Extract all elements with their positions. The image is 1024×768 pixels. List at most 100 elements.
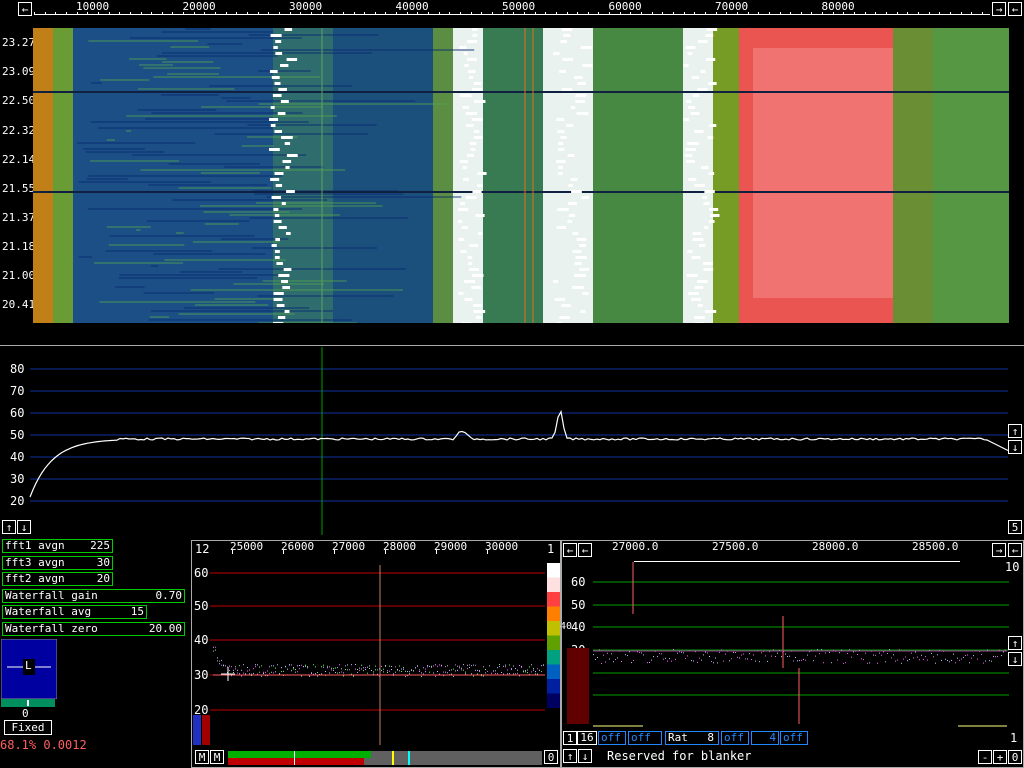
waterfall-carrier [276,304,285,307]
hires-dot [867,662,868,664]
waterfall-carrier [685,148,696,151]
spectrum-down-button[interactable]: ↓ [1008,440,1022,454]
blanker-off-3[interactable]: off [721,731,749,745]
hires-right-button[interactable]: ← [578,543,592,557]
spectrum-display[interactable]: 80 70 60 50 40 30 20 [0,347,1024,535]
waterfall-carrier [704,226,709,229]
waterfall-display[interactable] [33,28,1009,323]
freq-minor-tick [215,12,217,15]
baseband-dot [381,669,382,671]
waterfall-carrier [274,214,280,217]
baseband-dot [507,669,508,671]
blanker-box-1[interactable]: 1 [563,731,577,745]
waterfall-streak [135,229,141,231]
blanker-off-4[interactable]: off [780,731,808,745]
baseband-dot [457,665,458,667]
baseband-dot [367,672,368,674]
baseband-zero-button[interactable]: 0 [544,750,558,764]
waterfall-carrier [702,196,708,199]
spectrum-scale-up-button[interactable]: ↑ [2,520,16,534]
baseband-dot [421,675,422,677]
hires-next-button[interactable]: → [992,543,1006,557]
hires-dot [707,652,708,654]
freq-minor-tick [928,12,930,15]
parameter-waterfall-zero[interactable]: Waterfall zero 20.00 [2,621,185,636]
baseband-dot [359,670,360,672]
parameter-waterfall-avg[interactable]: Waterfall avg 15 [2,605,147,619]
waterfall-streak [233,283,325,285]
baseband-dot [517,669,518,671]
parameter-fft3-avgn[interactable]: fft3 avgn 30 [2,555,113,570]
parameter-waterfall-gain[interactable]: Waterfall gain 0.70 [2,588,185,603]
baseband-dot [529,666,530,668]
blanker-box-4[interactable]: 4 [751,731,779,745]
waterfall-streak [180,271,242,273]
waterfall-carrier [270,106,275,109]
zoom-out-button[interactable]: ← [1008,2,1022,16]
blanker-off-2[interactable]: off [628,731,662,745]
spectrum-number-button[interactable]: 5 [1008,520,1022,534]
baseband-dot [419,669,420,671]
freq-minor-tick [587,12,589,15]
spectrum-y-label: 20 [10,494,24,508]
hires-dot [627,655,628,657]
parameter-fft2-avgn[interactable]: fft2 avgn 20 [2,572,113,586]
baseband-mode-m1-button[interactable]: M [195,750,209,764]
blanker-up-button[interactable]: ↑ [563,749,577,763]
blanker-zero-button[interactable]: 0 [1008,750,1022,764]
hires-dot [823,662,824,664]
waterfall-streak [78,181,211,183]
baseband-spectrum[interactable]: 60 50 40 30 20 [193,555,545,745]
baseband-dot [453,668,454,670]
hires-zoom-button[interactable]: ← [1008,543,1022,557]
blanker-box-16[interactable]: 16 [577,731,597,745]
baseband-dot [447,665,448,667]
hires-dot [981,653,982,655]
waterfall-carrier [688,106,696,109]
baseband-dot [461,669,462,671]
hires-dot [911,652,912,654]
scroll-right-button[interactable]: → [992,2,1006,16]
agc-mode-button[interactable]: Fixed [4,720,52,735]
waterfall-streak [249,217,409,219]
blanker-off-1[interactable]: off [598,731,626,745]
hires-down-button[interactable]: ↓ [1008,652,1022,666]
baseband-dot [369,668,370,669]
baseband-dot [367,666,368,668]
blanker-rat-box[interactable]: Rat 8 [665,731,719,745]
waterfall-carrier [582,64,593,67]
waterfall-carrier [581,196,589,199]
baseband-dot [423,667,424,669]
baseband-dot [495,673,496,675]
blanker-minus-button[interactable]: - [978,750,992,764]
hires-dot [989,660,990,662]
baseband-dot [213,650,214,652]
parameter-fft1-avgn[interactable]: fft1 avgn 225 [2,539,113,553]
hires-left-button[interactable]: ← [563,543,577,557]
spectrum-y-label: 40 [10,450,24,464]
blanker-plus-button[interactable]: + [993,750,1007,764]
waterfall-carrier [556,118,565,121]
waterfall-carrier [282,160,292,163]
hires-dot [643,654,644,656]
hires-dot [617,657,618,659]
spectrum-scale-down-button[interactable]: ↓ [17,520,31,534]
spectrum-up-button[interactable]: ↑ [1008,424,1022,438]
waterfall-carrier [709,208,719,211]
waterfall-carrier [554,298,566,301]
baseband-dot [373,671,374,673]
freq-minor-tick [854,12,856,15]
waterfall-streak [160,94,219,96]
hires-spectrum[interactable]: 605040302010 [563,556,1009,728]
waterfall-carrier [278,274,290,277]
baseband-mode-m2-button[interactable]: M [210,750,224,764]
scroll-left-button[interactable]: ← [18,2,32,16]
freq-minor-tick [534,12,536,15]
hires-dot [885,661,886,663]
hires-dot [721,649,722,651]
baseband-dot [283,670,284,672]
hires-dot [631,662,632,664]
blanker-down-button[interactable]: ↓ [578,749,592,763]
waterfall-carrier [702,262,714,265]
hires-up-button[interactable]: ↑ [1008,636,1022,650]
